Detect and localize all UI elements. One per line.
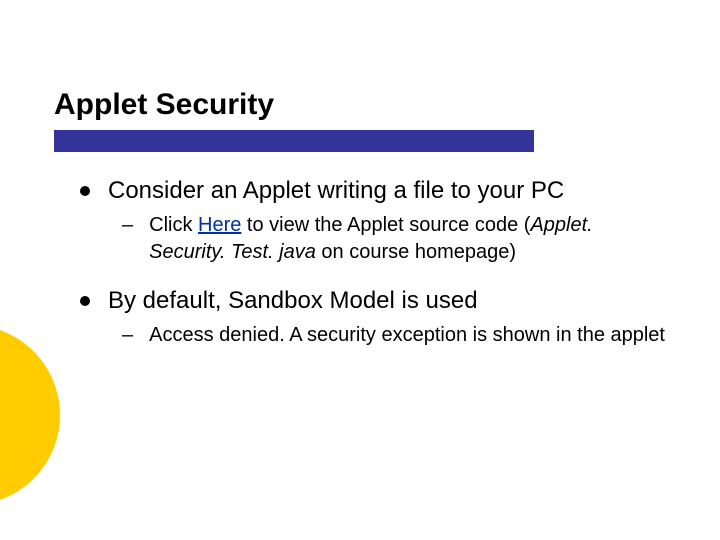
text-pre: Click [149,214,198,236]
bullet-1: Consider an Applet writing a file to you… [80,176,670,206]
bullet-1-sub-1-text: Click Here to view the Applet source cod… [149,212,670,266]
text-post: on course homepage) [316,241,516,263]
dash-icon: – [122,212,133,239]
title-underline-bar [54,130,534,152]
bullet-1-text: Consider an Applet writing a file to you… [108,176,564,206]
slide-content: Consider an Applet writing a file to you… [80,176,670,361]
slide-title: Applet Security [54,88,274,122]
text-mid: to view the Applet source code ( [241,214,530,236]
bullet-2-sub-1-text: Access denied. A security exception is s… [149,322,665,349]
bullet-2: By default, Sandbox Model is used [80,286,670,316]
accent-circle [0,325,60,505]
bullet-icon [80,296,90,306]
bullet-2-text: By default, Sandbox Model is used [108,286,478,316]
bullet-icon [80,186,90,196]
dash-icon: – [122,322,133,349]
slide: Applet Security Consider an Applet writi… [0,0,720,540]
bullet-1-sub-1: – Click Here to view the Applet source c… [122,212,670,266]
source-code-link[interactable]: Here [198,214,241,236]
bullet-2-sub-1: – Access denied. A security exception is… [122,322,670,349]
title-block: Applet Security [54,88,274,122]
